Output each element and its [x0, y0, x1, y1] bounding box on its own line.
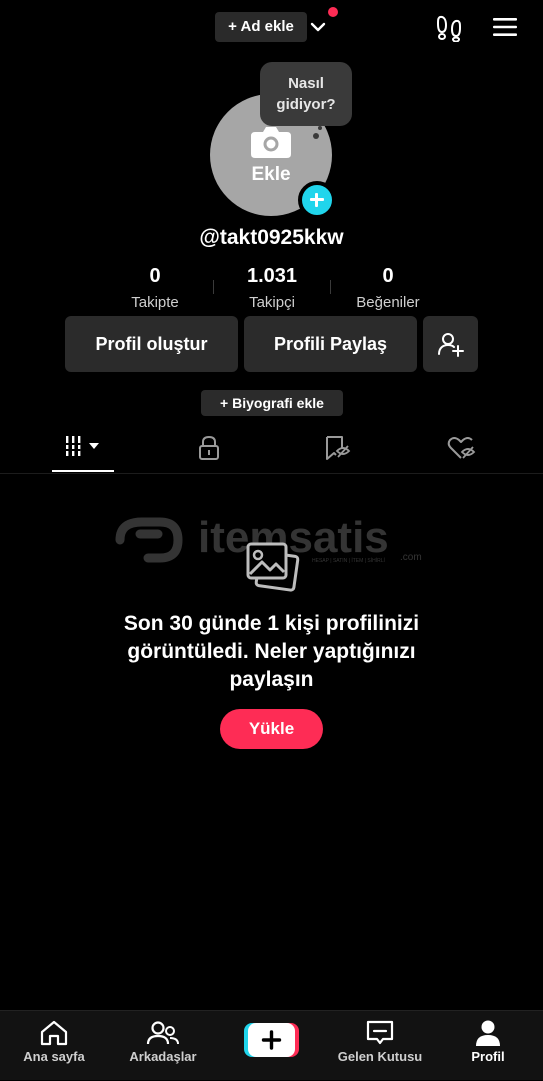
- active-tab-indicator: [52, 470, 114, 472]
- nav-label: Ana sayfa: [23, 1049, 85, 1064]
- tab-videos[interactable]: [52, 430, 114, 470]
- edit-profile-button[interactable]: Profil oluştur: [65, 316, 238, 372]
- stat-value: 0: [382, 265, 394, 287]
- profile-icon: [476, 1020, 500, 1046]
- tab-liked[interactable]: [434, 430, 492, 470]
- add-user-icon: [437, 333, 464, 357]
- nav-inbox[interactable]: Gelen Kutusu: [330, 1011, 430, 1081]
- add-photo-plus-icon[interactable]: [298, 181, 336, 219]
- status-bubble[interactable]: Nasıl gidiyor?: [260, 62, 352, 126]
- lock-icon: [199, 435, 219, 460]
- chevron-down-icon[interactable]: [309, 18, 327, 36]
- footprints-icon[interactable]: [436, 14, 462, 42]
- avatar-add-label: Ekle: [251, 164, 291, 185]
- stat-likes[interactable]: 0 Beğeniler: [328, 264, 448, 311]
- nav-home[interactable]: Ana sayfa: [8, 1011, 100, 1081]
- photos-icon: [246, 542, 300, 592]
- create-icon[interactable]: [244, 1023, 299, 1057]
- empty-state-message: Son 30 günde 1 kişi profilinizi görüntül…: [123, 612, 420, 691]
- watermark-suffix: .com: [400, 552, 422, 563]
- stat-followers[interactable]: 1.031 Takipçi: [212, 264, 332, 311]
- nav-profile[interactable]: Profil: [452, 1011, 524, 1081]
- tab-private[interactable]: [180, 430, 238, 470]
- friends-icon: [146, 1021, 179, 1045]
- bubble-tail-dot: [318, 126, 322, 130]
- tab-divider: [0, 473, 543, 474]
- inbox-icon: [366, 1020, 394, 1045]
- username: @takt0925kkw: [199, 226, 344, 249]
- nav-friends[interactable]: Arkadaşlar: [116, 1011, 210, 1081]
- stat-label: Takipçi: [249, 294, 295, 311]
- watermark-tagline: HESAP | SATIN | İTEM | SİHİRLİ: [312, 557, 385, 564]
- tab-reposts[interactable]: [308, 430, 366, 470]
- stat-value: 0: [149, 265, 161, 287]
- notification-dot: [328, 7, 338, 17]
- bubble-tail-dot: [313, 133, 319, 139]
- nav-label: Arkadaşlar: [129, 1049, 197, 1064]
- add-friend-button[interactable]: [423, 316, 478, 372]
- menu-icon[interactable]: [492, 16, 518, 38]
- stat-following[interactable]: 0 Takipte: [95, 264, 215, 311]
- stat-label: Takipte: [131, 294, 179, 311]
- nav-label: Gelen Kutusu: [337, 1049, 423, 1064]
- grid-icon: [66, 436, 99, 456]
- stat-label: Beğeniler: [356, 294, 420, 311]
- add-name-button[interactable]: + Ad ekle: [215, 12, 307, 42]
- heart-hidden-icon: [447, 437, 476, 459]
- camera-icon: [251, 127, 291, 158]
- bottom-nav: Ana sayfa Arkadaşlar Gelen Kutusu Profil: [0, 1010, 543, 1080]
- add-bio-button[interactable]: + Biyografi ekle: [201, 390, 343, 416]
- share-profile-button[interactable]: Profili Paylaş: [244, 316, 417, 372]
- home-icon: [40, 1020, 68, 1046]
- bookmark-icon: [326, 436, 351, 460]
- nav-label: Profil: [471, 1049, 505, 1064]
- stat-value: 1.031: [246, 265, 298, 287]
- upload-button[interactable]: Yükle: [220, 709, 323, 749]
